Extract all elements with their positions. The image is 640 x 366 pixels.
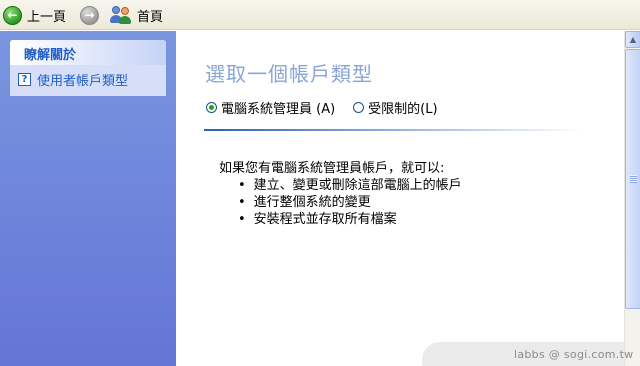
radio-label-administrator: 電腦系統管理員 (A)	[221, 102, 336, 117]
main-content: 選取一個帳戶類型 電腦系統管理員 (A) 受限制的(L) 如果您有電腦系統管理員…	[176, 31, 624, 366]
radio-administrator[interactable]: 電腦系統管理員 (A)	[206, 98, 335, 117]
scroll-up-button[interactable]: ▲	[625, 31, 640, 48]
list-item: 進行整個系統的變更	[238, 194, 462, 211]
list-item: 建立、變更或刪除這部電腦上的帳戶	[238, 177, 462, 194]
divider	[204, 129, 584, 131]
learn-about-body: ? 使用者帳戶類型	[10, 65, 166, 96]
description-text: 如果您有電腦系統管理員帳戶，就可以:	[219, 161, 445, 176]
back-arrow-icon: ←	[3, 5, 22, 25]
watermark: labbs @ sogi.com.tw	[422, 342, 633, 366]
left-task-pane: 瞭解關於 ? 使用者帳戶類型	[0, 31, 176, 366]
description-block: 如果您有電腦系統管理員帳戶，就可以: 建立、變更或刪除這部電腦上的帳戶 進行整個…	[219, 160, 462, 228]
grip-icon	[629, 175, 637, 183]
sidebar-item-account-types[interactable]: ? 使用者帳戶類型	[18, 70, 166, 89]
scroll-thumb[interactable]	[625, 49, 640, 309]
help-icon: ?	[18, 73, 31, 86]
radio-button[interactable]	[353, 102, 365, 113]
radio-limited[interactable]: 受限制的(L)	[353, 98, 438, 117]
forward-arrow-icon: →	[80, 5, 99, 25]
toolbar: ← 上一頁 → 首頁	[0, 0, 640, 30]
learn-about-header: 瞭解關於	[10, 40, 166, 65]
capability-list: 建立、變更或刪除這部電腦上的帳戶 進行整個系統的變更 安裝程式並存取所有檔案	[238, 177, 462, 228]
back-button[interactable]: ← 上一頁	[3, 3, 66, 27]
page-title: 選取一個帳戶類型	[205, 62, 373, 86]
users-icon	[110, 5, 132, 25]
account-type-options: 電腦系統管理員 (A) 受限制的(L)	[206, 98, 438, 117]
radio-label-limited: 受限制的(L)	[368, 102, 438, 117]
vertical-scrollbar[interactable]: ▲	[624, 31, 640, 366]
list-item: 安裝程式並存取所有檔案	[238, 211, 462, 228]
home-label: 首頁	[137, 9, 164, 25]
radio-button-selected[interactable]	[206, 102, 217, 113]
back-label: 上一頁	[27, 9, 67, 25]
home-button[interactable]: 首頁	[110, 3, 163, 27]
forward-button[interactable]: →	[80, 3, 99, 27]
learn-about-box: 瞭解關於 ? 使用者帳戶類型	[10, 40, 166, 96]
sidebar-item-label: 使用者帳戶類型	[37, 74, 129, 89]
